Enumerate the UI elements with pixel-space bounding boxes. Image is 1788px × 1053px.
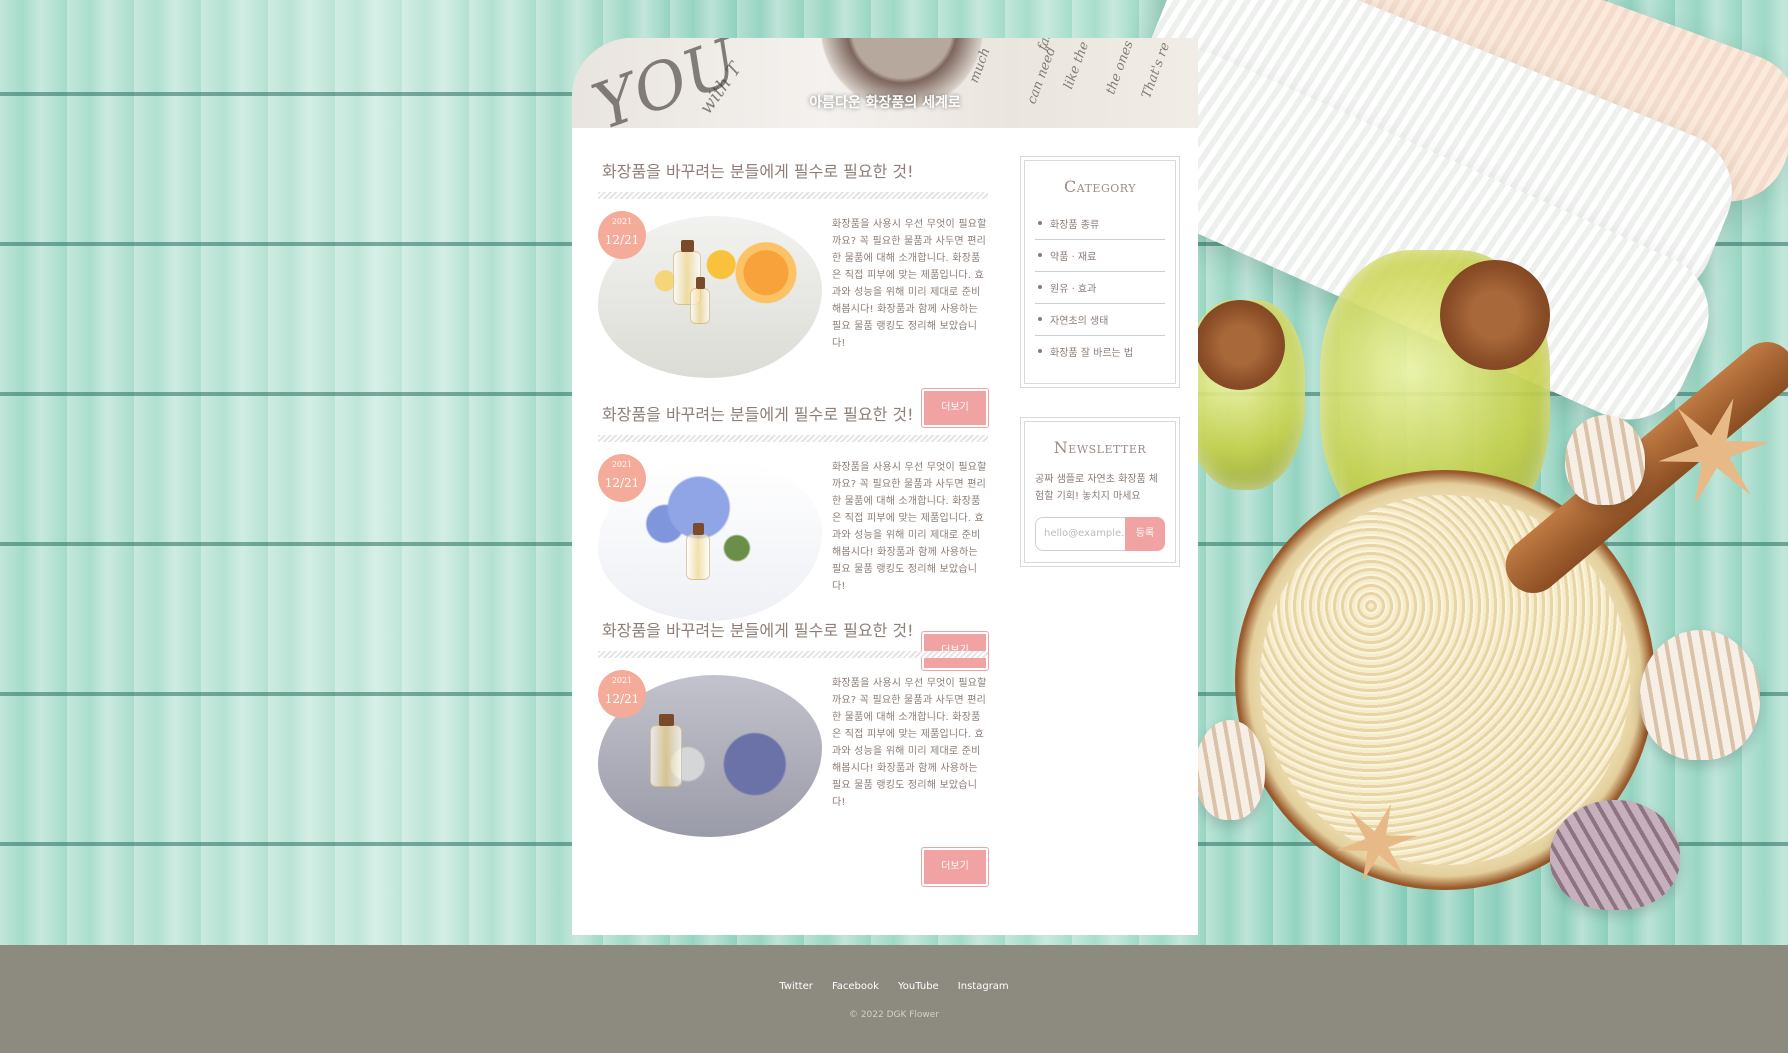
read-more-button[interactable]: 더보기	[921, 847, 989, 887]
category-item[interactable]: 화장품 잘 바르는 법	[1035, 336, 1165, 367]
post-excerpt: 화장품을 사용시 우선 무엇이 필요할까요? 꼭 필요한 물품과 사두면 편리한…	[832, 219, 987, 349]
category-item[interactable]: 원유 · 효과	[1035, 272, 1165, 304]
seashell-image	[1550, 800, 1680, 910]
social-links: Twitter Facebook YouTube Instagram	[0, 974, 1788, 993]
hero-decor-text: much	[966, 45, 994, 86]
copyright: © 2022 DGK Flower	[848, 1010, 940, 1020]
date-day: 12/21	[604, 692, 640, 706]
newsletter-description: 공짜 샘플로 자연초 화장품 체험할 기회! 놓치지 마세요	[1035, 474, 1159, 502]
hero-decor-text: the ones w	[1103, 38, 1142, 97]
bottle-image	[650, 714, 682, 787]
category-widget: Category 화장품 종류 약품 · 재료 원유 · 효과 자연초의 생태 …	[1020, 156, 1180, 388]
main-card: YOU with T can need like the the ones w …	[572, 38, 1198, 935]
youtube-link[interactable]: YouTube	[898, 981, 939, 992]
date-year: 2021	[611, 676, 633, 685]
site-title: 아름다운 화장품의 세계로	[809, 95, 961, 111]
title-divider	[598, 435, 988, 442]
category-item[interactable]: 자연초의 생태	[1035, 304, 1165, 336]
hero-decor-text: like the	[1061, 39, 1093, 92]
newsletter-widget: Newsletter 공짜 샘플로 자연초 화장품 체험할 기회! 놓치지 마세…	[1020, 417, 1180, 567]
hero-banner: YOU with T can need like the the ones w …	[572, 38, 1198, 145]
category-item[interactable]: 화장품 종류	[1035, 208, 1165, 240]
blog-post: 화장품을 바꾸려는 분들에게 필수로 필요한 것! 2021 12/21 화장품…	[598, 401, 989, 671]
cork-image	[1195, 300, 1285, 390]
date-day: 12/21	[604, 476, 640, 490]
facebook-link[interactable]: Facebook	[832, 981, 879, 992]
post-title[interactable]: 화장품을 바꾸려는 분들에게 필수로 필요한 것!	[602, 401, 988, 425]
category-item[interactable]: 약품 · 재료	[1035, 240, 1165, 272]
category-title: Category	[1064, 177, 1136, 196]
footer: Twitter Facebook YouTube Instagram © 202…	[0, 945, 1788, 1053]
post-excerpt: 화장품을 사용시 우선 무엇이 필요할까요? 꼭 필요한 물품과 사두면 편리한…	[832, 462, 987, 592]
date-badge: 2021 12/21	[598, 454, 646, 502]
instagram-link[interactable]: Instagram	[958, 981, 1009, 992]
seashell-image	[1195, 720, 1265, 820]
cork-image	[1440, 260, 1550, 370]
blog-post: 화장품을 바꾸려는 분들에게 필수로 필요한 것! 2021 12/21 화장품…	[598, 158, 989, 428]
date-year: 2021	[611, 460, 633, 469]
newsletter-form: hello@example.com 등록	[1035, 517, 1165, 551]
date-day: 12/21	[604, 233, 640, 247]
post-title[interactable]: 화장품을 바꾸려는 분들에게 필수로 필요한 것!	[602, 617, 988, 641]
email-input[interactable]: hello@example.com	[1035, 517, 1125, 551]
post-title[interactable]: 화장품을 바꾸려는 분들에게 필수로 필요한 것!	[602, 158, 988, 182]
seashell-image	[1640, 630, 1760, 760]
bottle-image	[686, 523, 710, 580]
subscribe-button[interactable]: 등록	[1125, 517, 1165, 551]
date-badge: 2021 12/21	[598, 211, 646, 259]
newsletter-title: Newsletter	[1053, 438, 1147, 457]
post-excerpt: 화장품을 사용시 우선 무엇이 필요할까요? 꼭 필요한 물품과 사두면 편리한…	[832, 678, 987, 808]
date-year: 2021	[611, 217, 633, 226]
title-divider	[598, 192, 988, 199]
bottle-image	[690, 277, 710, 324]
title-divider	[598, 651, 988, 658]
date-badge: 2021 12/21	[598, 670, 646, 718]
twitter-link[interactable]: Twitter	[779, 981, 813, 992]
category-list: 화장품 종류 약품 · 재료 원유 · 효과 자연초의 생태 화장품 잘 바르는…	[1035, 208, 1165, 367]
blog-post: 화장품을 바꾸려는 분들에게 필수로 필요한 것! 2021 12/21 화장품…	[598, 617, 989, 887]
